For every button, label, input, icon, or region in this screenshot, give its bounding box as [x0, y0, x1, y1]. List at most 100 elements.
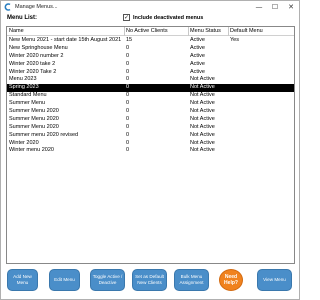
column-header-name[interactable]: Name: [7, 27, 124, 36]
cell-name: Summer Menu: [9, 100, 46, 107]
table-row[interactable]: New Springhouse Menu 0 Active: [7, 45, 294, 53]
cell-name: Winter 2020: [9, 139, 39, 146]
cell-default-menu: [228, 140, 294, 148]
close-icon[interactable]: ✕: [283, 1, 299, 13]
table-row[interactable]: Standard Menu 0 Not Active: [7, 92, 294, 100]
cell-active-clients: 0: [126, 52, 130, 59]
window-controls: — ☐ ✕: [251, 1, 299, 13]
cell-menu-status: Active: [190, 68, 205, 75]
cell-active-clients: 0: [126, 108, 130, 115]
cell-name: Standard Menu: [9, 92, 47, 99]
table-row[interactable]: Winter 2020 0 Not Active: [7, 140, 294, 148]
cell-menu-status: Not Active: [190, 76, 215, 83]
table-row[interactable]: Summer Menu 2020 0 Not Active: [7, 124, 294, 132]
cell-menu-status: Not Active: [190, 92, 215, 99]
column-header-default-menu[interactable]: Default Menu: [228, 27, 294, 36]
window-title: Manage Menus...: [15, 4, 58, 10]
cell-name: Summer menu 2020 revised: [9, 131, 79, 138]
cell-menu-status: Not Active: [190, 108, 215, 115]
table-row[interactable]: Menu 2023 0 Not Active: [7, 76, 294, 84]
cell-menu-status: Not Active: [190, 115, 215, 122]
cell-name: New Menu 2021 - start date 15th August 2…: [9, 37, 122, 43]
maximize-icon[interactable]: ☐: [267, 1, 283, 13]
cell-menu-status: Active: [190, 52, 205, 59]
table-row[interactable]: Winter 2020 take 2 0 Active: [7, 61, 294, 69]
cell-active-clients: 0: [126, 123, 130, 130]
cell-menu-status: Not Active: [190, 131, 215, 138]
minimize-icon[interactable]: —: [251, 1, 267, 13]
cell-active-clients: 0: [126, 68, 130, 75]
action-button-bar: Add New Menu Edit Menu Toggle Active / D…: [1, 269, 301, 293]
manage-menus-window: Manage Menus... — ☐ ✕ Menu List: ✓ Inclu…: [0, 0, 300, 300]
cell-name: Menu 2023: [9, 76, 37, 83]
include-deactivated-toggle[interactable]: ✓ Include deactivated menus: [123, 14, 203, 21]
cell-menu-status: Active: [190, 37, 205, 43]
table-row[interactable]: New Menu 2021 - start date 15th August 2…: [7, 37, 294, 45]
table-row[interactable]: Winter 2020 number 2 0 Active: [7, 53, 294, 61]
table-row[interactable]: Winter 2020 Take 2 0 Active: [7, 69, 294, 77]
cell-active-clients: 0: [126, 84, 130, 91]
cell-name: Spring 2023: [9, 84, 39, 91]
cell-default-menu: Yes: [230, 37, 239, 43]
cell-default-menu: [228, 84, 294, 92]
view-menu-button[interactable]: View Menu: [257, 269, 292, 291]
cell-default-menu: [228, 53, 294, 61]
cell-active-clients: 0: [126, 147, 130, 154]
cell-default-menu: [228, 108, 294, 116]
add-new-menu-button[interactable]: Add New Menu: [7, 269, 38, 291]
cell-active-clients: 0: [126, 60, 130, 67]
table-row[interactable]: Summer Menu 2020 0 Not Active: [7, 116, 294, 124]
cell-menu-status: Active: [190, 44, 205, 51]
cell-default-menu: [228, 61, 294, 69]
cell-default-menu: [228, 147, 294, 155]
cell-active-clients: 0: [126, 139, 130, 146]
set-default-button[interactable]: Set as Default New Clients: [132, 269, 167, 291]
cell-default-menu: [228, 100, 294, 108]
table-row[interactable]: Winter menu 2020 0 Not Active: [7, 147, 294, 155]
cell-default-menu: [228, 132, 294, 140]
need-help-button[interactable]: Need Help?: [219, 269, 243, 291]
bulk-assignment-button[interactable]: Bulk Menu Assignment: [174, 269, 209, 291]
title-bar: Manage Menus... — ☐ ✕: [1, 1, 299, 13]
column-header-active-clients[interactable]: No Active Clients: [124, 27, 188, 36]
cell-default-menu: [228, 45, 294, 53]
cell-active-clients: 0: [126, 115, 130, 122]
table-row[interactable]: Summer Menu 2020 0 Not Active: [7, 108, 294, 116]
table-row[interactable]: Summer menu 2020 revised 0 Not Active: [7, 132, 294, 140]
include-deactivated-checkbox[interactable]: ✓: [123, 14, 130, 21]
cell-active-clients: 0: [126, 92, 130, 99]
cell-default-menu: [228, 116, 294, 124]
cell-default-menu: [228, 92, 294, 100]
cell-default-menu: [228, 76, 294, 84]
menu-list-label: Menu List:: [7, 15, 37, 21]
edit-menu-button[interactable]: Edit Menu: [49, 269, 80, 291]
cell-menu-status: Not Active: [190, 147, 215, 154]
cell-name: Winter 2020 take 2: [9, 60, 56, 67]
cell-name: Summer Menu 2020: [9, 123, 59, 130]
cell-menu-status: Active: [190, 60, 205, 67]
cell-active-clients: 0: [126, 44, 130, 51]
cell-name: Summer Menu 2020: [9, 115, 59, 122]
cell-menu-status: Not Active: [190, 84, 215, 91]
cell-name: New Springhouse Menu: [9, 44, 68, 51]
table-row[interactable]: Summer Menu 0 Not Active: [7, 100, 294, 108]
cell-name: Winter 2020 Take 2: [9, 68, 57, 75]
cell-active-clients: 0: [126, 131, 130, 138]
cell-active-clients: 0: [126, 100, 130, 107]
app-icon: [4, 3, 12, 11]
cell-default-menu: [228, 124, 294, 132]
cell-name: Winter 2020 number 2: [9, 52, 64, 59]
cell-default-menu: [228, 69, 294, 77]
cell-active-clients: 15: [126, 37, 133, 43]
menu-table: Name No Active Clients Menu Status Defau…: [6, 26, 295, 264]
toggle-active-button[interactable]: Toggle Active / Deactive: [90, 269, 125, 291]
include-deactivated-label: Include deactivated menus: [133, 14, 204, 21]
table-header: Name No Active Clients Menu Status Defau…: [7, 27, 294, 36]
cell-menu-status: Not Active: [190, 100, 215, 107]
column-header-menu-status[interactable]: Menu Status: [188, 27, 228, 36]
cell-menu-status: Not Active: [190, 123, 215, 130]
table-row-selected[interactable]: Spring 2023 0 Not Active: [7, 84, 294, 93]
cell-active-clients: 0: [126, 76, 130, 83]
cell-name: Winter menu 2020: [9, 147, 54, 154]
cell-menu-status: Not Active: [190, 139, 215, 146]
